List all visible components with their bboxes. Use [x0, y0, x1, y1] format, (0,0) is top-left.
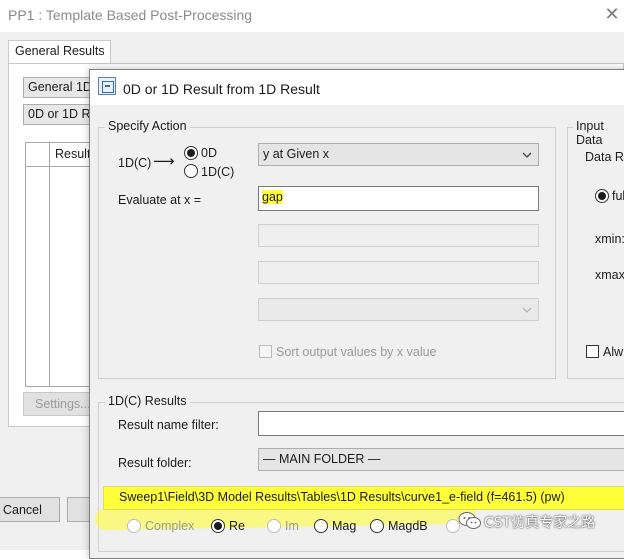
input-data-group [567, 127, 624, 379]
specify-action-title: Specify Action [105, 119, 190, 133]
always-label: Alw [603, 345, 624, 359]
results-group-title: 1D(C) Results [105, 394, 190, 408]
parameter-input-2[interactable] [258, 261, 539, 284]
radio-1dc-label: 1D(C) [201, 165, 235, 179]
operation-select-value: y at Given x [263, 147, 329, 161]
result-name-filter-label: Result name filter: [118, 418, 219, 432]
sort-output-checkbox[interactable] [259, 345, 272, 358]
radio-0d-label: 0D [201, 146, 217, 160]
results-list-header-gutter [26, 143, 50, 166]
chevron-down-icon [522, 152, 532, 158]
evaluate-at-x-input[interactable]: gap [258, 186, 539, 211]
radio-full-range[interactable] [595, 189, 609, 203]
radio-magdb-label: MagdB [388, 519, 428, 533]
selected-result-path: Sweep1\Field\3D Model Results\Tables\1D … [119, 490, 565, 504]
sort-output-label: Sort output values by x value [276, 345, 437, 359]
radio-mag-label: Mag [332, 519, 357, 533]
settings-button[interactable]: Settings... [23, 392, 93, 416]
input-data-title: Input Data [573, 119, 624, 147]
template-type-select[interactable]: 0D or 1D R [23, 104, 93, 125]
radio-full-range-label: ful [612, 189, 624, 203]
radio-0d[interactable] [184, 146, 198, 160]
radio-complex[interactable] [127, 519, 141, 533]
results-list-gutter [25, 166, 50, 387]
source-type-label: 1D(C) [118, 156, 152, 170]
xmin-label: xmin: [595, 232, 624, 246]
template-window-icon [98, 77, 116, 95]
watermark-text: CST仿真专家之路 [484, 515, 596, 531]
data-range-label: Data R [585, 150, 624, 164]
template-category-select[interactable]: General 1D [23, 77, 93, 98]
results-list-header: Result [25, 142, 95, 167]
parameter-input-1[interactable] [258, 224, 539, 247]
radio-1dc[interactable] [184, 164, 198, 178]
chevron-down-icon [522, 307, 532, 313]
results-column-header[interactable]: Result [55, 147, 90, 161]
radio-re-label: Re [229, 519, 245, 533]
tab-general-results[interactable]: General Results [8, 40, 111, 64]
tab-label: General Results [15, 44, 105, 58]
result-name-filter-input[interactable] [258, 411, 624, 436]
radio-complex-label: Complex [145, 519, 195, 533]
wechat-icon [458, 512, 481, 529]
cancel-button[interactable]: Cancel [0, 497, 60, 522]
arrow-right-icon: ⟶ [153, 153, 175, 170]
operation-select[interactable]: y at Given x [258, 143, 539, 166]
radio-magdb[interactable] [370, 519, 384, 533]
radio-re[interactable] [211, 519, 225, 533]
close-icon[interactable]: ✕ [602, 4, 622, 24]
dialog-title: 0D or 1D Result from 1D Result [123, 81, 320, 97]
background-window-title: PP1 : Template Based Post-Processing [8, 7, 253, 23]
evaluate-at-x-label: Evaluate at x = [118, 193, 202, 207]
radio-mag[interactable] [314, 519, 328, 533]
radio-im-label: Im [285, 519, 299, 533]
parameter-select[interactable] [258, 298, 539, 321]
xmax-label: xmax [595, 268, 624, 282]
evaluate-at-x-value: gap [262, 190, 283, 204]
result-folder-label: Result folder: [118, 456, 192, 470]
result-folder-select[interactable]: — MAIN FOLDER — [258, 448, 624, 471]
radio-im[interactable] [267, 519, 281, 533]
always-checkbox[interactable] [586, 345, 599, 358]
result-folder-value: — MAIN FOLDER — [263, 452, 381, 466]
